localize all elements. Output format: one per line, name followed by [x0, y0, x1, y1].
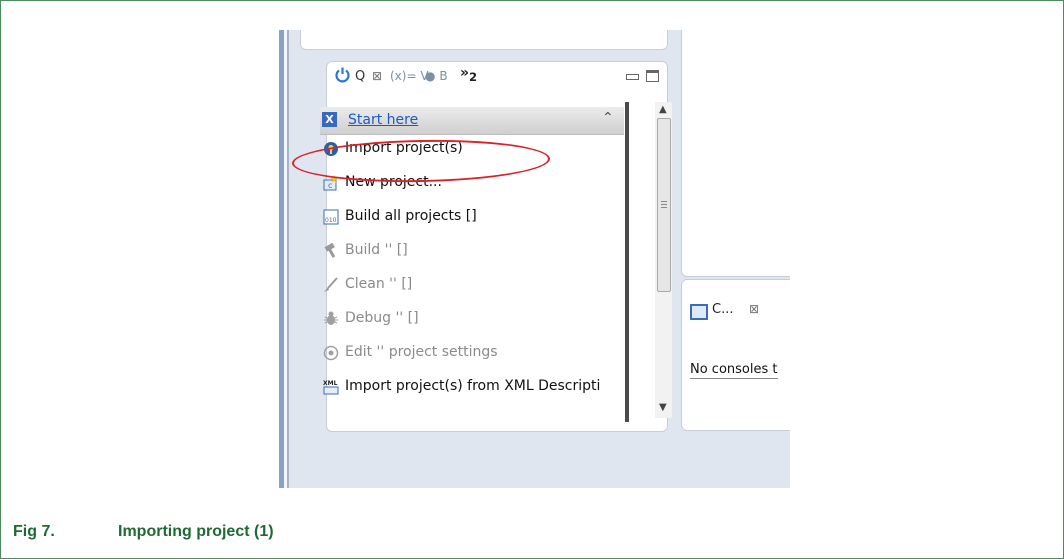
- window-edge-shadow: [287, 30, 289, 488]
- svg-text:XML: XML: [323, 380, 338, 387]
- collapse-icon[interactable]: ⌃: [602, 110, 614, 126]
- menu-item-build: Build '' []: [320, 238, 620, 264]
- tab-breakpoints-label: B: [439, 69, 448, 83]
- menu-item-label: Import project(s) from XML Descripti: [345, 378, 601, 394]
- list-border: [625, 102, 629, 422]
- ide-screenshot: Q ⊠ (x)= V ● B »2 X Start here ⌃ Import …: [279, 30, 790, 488]
- menu-item-import-xml[interactable]: XML Import project(s) from XML Descripti: [320, 374, 620, 400]
- brush-icon: [324, 277, 338, 292]
- figure-title: Importing project (1): [118, 523, 274, 540]
- xml-icon: XML: [323, 380, 339, 395]
- editor-area: [681, 30, 790, 277]
- menu-item-label: Clean '' []: [345, 276, 413, 292]
- close-icon[interactable]: ⊠: [749, 302, 759, 316]
- tab-variables[interactable]: (x)= V: [390, 69, 429, 83]
- scroll-down-icon[interactable]: ▼: [659, 402, 667, 413]
- console-icon: [690, 304, 708, 320]
- scroll-thumb[interactable]: [657, 118, 671, 292]
- overflow-count: 2: [469, 69, 478, 84]
- overflow-chevron-icon: »: [460, 65, 470, 81]
- view-tab-bar: Q ⊠ (x)= V ● B »2: [327, 62, 667, 92]
- variables-icon: (x)=: [390, 69, 417, 83]
- upper-view-panel: [300, 30, 668, 50]
- figure-number: Fig 7.: [13, 523, 55, 540]
- scroll-up-icon[interactable]: ▲: [659, 104, 667, 115]
- menu-item-label: Build all projects []: [345, 208, 477, 224]
- menu-item-edit-settings: Edit '' project settings: [320, 340, 620, 366]
- figure-caption: Fig 7. Importing project (1): [0, 511, 1064, 559]
- settings-icon: [323, 345, 339, 361]
- quickstart-view: Q ⊠ (x)= V ● B »2 X Start here ⌃ Import …: [320, 61, 672, 432]
- bug-icon: [324, 311, 338, 325]
- build-all-icon: 010: [323, 209, 339, 225]
- menu-item-label: Debug '' []: [345, 310, 419, 326]
- menu-item-label: Edit '' project settings: [345, 344, 498, 360]
- maximize-button[interactable]: [646, 70, 659, 82]
- tab-quickstart[interactable]: Q: [355, 69, 365, 84]
- start-here-section[interactable]: X Start here ⌃: [320, 107, 624, 135]
- tab-breakpoints[interactable]: ● B: [425, 69, 448, 83]
- grip-line: [661, 201, 667, 202]
- start-here-link[interactable]: Start here: [348, 112, 418, 128]
- breakpoints-icon: ●: [425, 69, 436, 83]
- minimize-button[interactable]: [626, 74, 639, 80]
- svg-text:010: 010: [325, 217, 337, 224]
- menu-item-label: Build '' []: [345, 242, 408, 258]
- hammer-icon: [324, 242, 336, 258]
- vertical-scrollbar[interactable]: ▲ ▼: [655, 102, 672, 418]
- quickstart-icon: X: [322, 112, 337, 127]
- console-view: C... ⊠ No consoles t: [681, 279, 790, 431]
- tab-console[interactable]: C...: [712, 302, 733, 317]
- console-message: No consoles t: [690, 362, 778, 379]
- power-icon[interactable]: [334, 66, 351, 83]
- menu-item-debug: Debug '' []: [320, 306, 620, 332]
- grip-line: [661, 207, 667, 208]
- menu-item-clean: Clean '' []: [320, 272, 620, 298]
- tab-overflow[interactable]: »2: [460, 65, 477, 84]
- menu-item-build-all[interactable]: 010 Build all projects []: [320, 204, 620, 230]
- close-icon[interactable]: ⊠: [372, 69, 382, 83]
- grip-line: [661, 204, 667, 205]
